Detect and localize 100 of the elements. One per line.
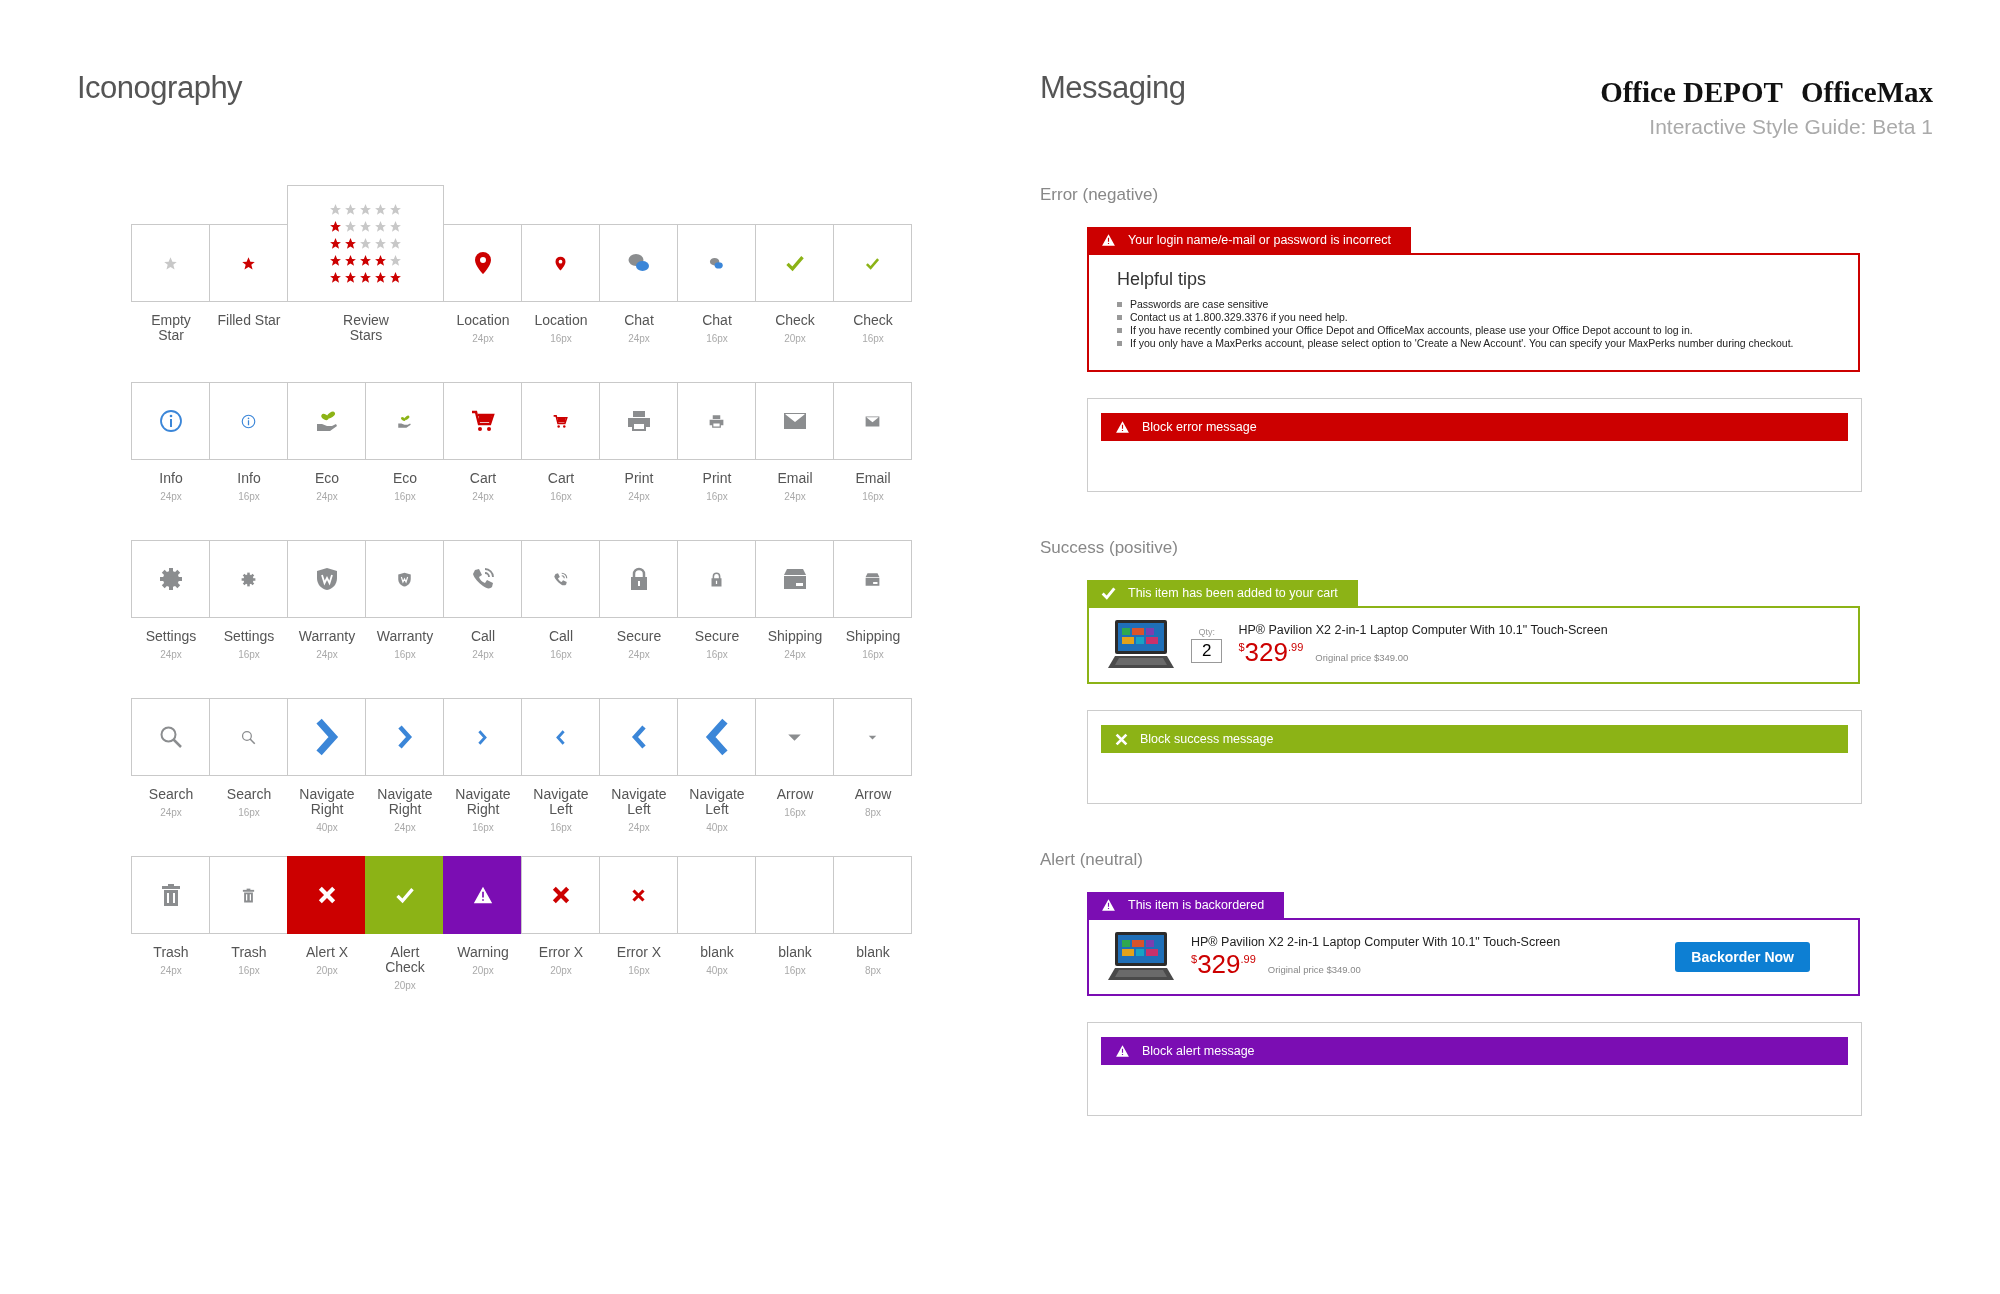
tip-text: If you have recently combined your Office Depot and OfficeMax accounts, please use your Office Depot account to log in. — [1130, 324, 1693, 337]
search-icon — [241, 729, 256, 745]
icon-label: Eco — [314, 471, 340, 486]
settings-icon — [158, 567, 183, 591]
icon-label: Alert Check — [384, 945, 426, 975]
star-icon — [359, 220, 372, 233]
icon-label: Error X — [616, 945, 662, 960]
icon-size: 16px — [238, 965, 260, 976]
icon-size: 24px — [784, 649, 806, 660]
price: $^{$}$329$^{.99}$ — [1238, 636, 1304, 668]
icon-size: 20px — [472, 965, 494, 976]
icon-size: 16px — [706, 333, 728, 344]
icon-size: 24px — [628, 822, 650, 833]
icon-size: 24px — [316, 491, 338, 502]
icon-size: 40px — [316, 822, 338, 833]
info-icon — [241, 413, 256, 429]
star-icon — [374, 203, 387, 216]
icon-size: 16px — [862, 333, 884, 344]
trash-icon — [241, 887, 256, 903]
icon-label: Trash — [153, 945, 189, 960]
icon-label: Search — [226, 787, 272, 802]
icon-label: Email — [777, 471, 813, 486]
icon-label: Arrow — [854, 787, 892, 802]
lock-icon — [709, 571, 724, 587]
phone-icon — [553, 571, 568, 587]
icon-size: 16px — [784, 965, 806, 976]
icon-size: 16px — [238, 807, 260, 818]
icon-label: Search — [148, 787, 194, 802]
icon-label: Navigate Left — [532, 787, 590, 817]
icon-size: 16px — [394, 649, 416, 660]
shield-icon — [314, 567, 339, 591]
icon-label: Info — [159, 471, 183, 486]
icon-label: Filled Star — [217, 313, 281, 328]
icon-label: Warranty — [376, 629, 434, 644]
icon-size: 24px — [784, 491, 806, 502]
printer-icon — [626, 409, 651, 433]
star-icon — [374, 220, 387, 233]
icon-size: 20px — [550, 965, 572, 976]
star-icon — [389, 271, 402, 284]
product-name: HP® Pavilion X2 2-in-1 Laptop Computer With 10.1" Touch-Screen — [1238, 622, 1608, 637]
box-icon — [865, 571, 880, 587]
quantity-field[interactable]: 2 — [1191, 639, 1223, 663]
warning-icon — [472, 885, 493, 905]
icon-size: 20px — [394, 980, 416, 991]
star-icon — [374, 237, 387, 250]
map-pin-icon — [553, 255, 568, 271]
star-icon — [329, 254, 342, 267]
icon-size: 24px — [394, 822, 416, 833]
icon-size: 16px — [706, 649, 728, 660]
icon-size: 16px — [238, 491, 260, 502]
icon-size: 24px — [160, 491, 182, 502]
icon-size: 20px — [316, 965, 338, 976]
warning-icon — [1101, 233, 1116, 247]
icon-label: Navigate Right — [298, 787, 356, 817]
icon-label: Warning — [457, 945, 509, 960]
icon-label: Check — [775, 313, 815, 328]
icon-label: Location — [456, 313, 510, 328]
icon-label: blank — [856, 945, 890, 960]
tips-title: Helpful tips — [1117, 269, 1208, 290]
star-icon — [359, 271, 372, 284]
message-text: Block success message — [1140, 732, 1274, 746]
star-icon — [329, 271, 342, 284]
speech-bubbles-icon — [709, 255, 724, 271]
star-icon — [389, 220, 402, 233]
backorder-button[interactable]: Backorder Now — [1675, 942, 1810, 972]
icon-label: Trash — [231, 945, 267, 960]
warning-icon — [1115, 1044, 1130, 1058]
star-icon — [374, 271, 387, 284]
icon-size: 40px — [706, 822, 728, 833]
icon-size: 24px — [160, 807, 182, 818]
box-icon — [782, 567, 807, 591]
tip-text: Contact us at 1.800.329.3376 if you need help. — [1130, 311, 1348, 324]
shield-icon — [397, 571, 412, 587]
star-icon — [329, 237, 342, 250]
icon-label: Email — [855, 471, 891, 486]
icon-size: 16px — [238, 649, 260, 660]
message-title: This item has been added to your cart — [1128, 586, 1338, 600]
star-icon — [344, 220, 357, 233]
original-price: Original price $349.00 — [1267, 963, 1361, 975]
star-icon — [359, 254, 372, 267]
icon-label: Navigate Right — [376, 787, 434, 817]
icon-label: Print — [624, 471, 654, 486]
hand-leaf-icon — [314, 409, 339, 433]
hand-leaf-icon — [397, 413, 412, 429]
warning-icon — [1101, 898, 1116, 912]
message-text: Block alert message — [1142, 1044, 1255, 1058]
icon-size: 16px — [706, 491, 728, 502]
icon-size: 8px — [864, 965, 882, 976]
star-icon — [344, 237, 357, 250]
checkmark-icon — [394, 885, 415, 905]
icon-size: 16px — [394, 491, 416, 502]
icon-size: 24px — [628, 491, 650, 502]
section-heading: Error (negative) — [1040, 185, 1160, 205]
icon-label: Secure — [694, 629, 740, 644]
icon-label: Shipping — [767, 629, 823, 644]
icon-size: 16px — [628, 965, 650, 976]
star-icon — [389, 237, 402, 250]
info-icon — [158, 409, 183, 433]
icon-label: blank — [700, 945, 734, 960]
price: $^{$}$329$^{.99}$ — [1191, 948, 1256, 980]
